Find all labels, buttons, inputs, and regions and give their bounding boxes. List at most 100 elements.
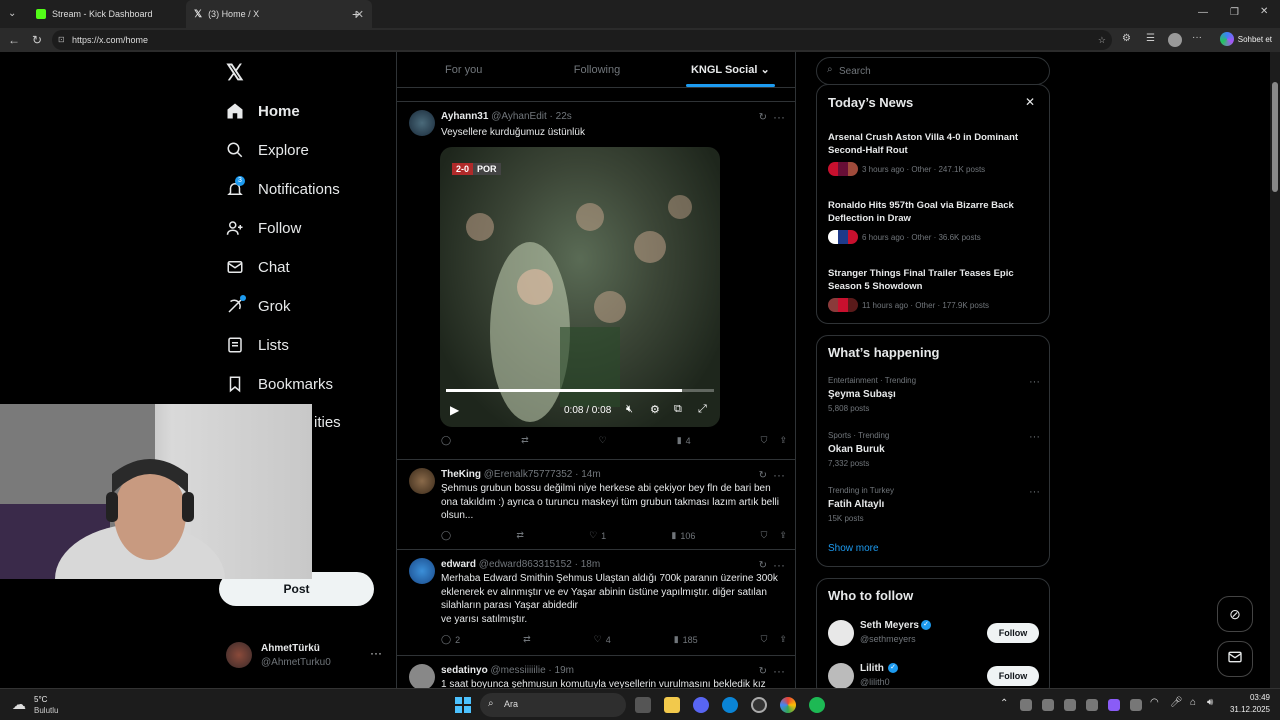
extensions-icon[interactable]: ⚙	[1122, 33, 1131, 44]
reply-button[interactable]: ◯ 2	[441, 634, 460, 645]
show-more-link[interactable]: Show more	[828, 543, 879, 554]
chrome-icon[interactable]	[780, 697, 796, 713]
trend-item[interactable]: Entertainment · Trending Şeyma Subaşı 5,…	[828, 376, 1040, 413]
avatar[interactable]	[409, 664, 435, 688]
refresh-icon[interactable]: ↻	[32, 33, 42, 47]
repost-button[interactable]: ⇄	[521, 435, 529, 446]
grok-icon[interactable]: ↻	[759, 666, 767, 677]
search-input[interactable]: ⌕ Search	[816, 57, 1050, 85]
settings-icon[interactable]: ⚙	[650, 403, 660, 416]
tray-app-icon[interactable]	[1064, 699, 1076, 711]
share-icon[interactable]: ⇪	[779, 530, 787, 541]
fullscreen-icon[interactable]: ⤢	[698, 403, 707, 416]
sidebar-item-lists[interactable]: Lists	[226, 336, 289, 354]
file-explorer-icon[interactable]	[664, 697, 680, 713]
trend-item[interactable]: Sports · Trending Okan Buruk 7,332 posts…	[828, 431, 1040, 468]
views-button[interactable]: ▮ 185	[674, 634, 698, 645]
tray-chevron-icon[interactable]: ⌃	[1000, 698, 1008, 709]
reply-button[interactable]: ◯	[441, 435, 451, 446]
messages-fab[interactable]	[1217, 641, 1253, 677]
windows-start-icon[interactable]	[455, 697, 471, 713]
more-dots-icon[interactable]: ···	[773, 558, 785, 572]
more-dots-icon[interactable]: ···	[773, 468, 785, 482]
bookmark-icon[interactable]: ⛉	[761, 634, 768, 645]
sidebar-item-bookmarks[interactable]: Bookmarks	[226, 375, 333, 393]
mute-icon[interactable]: 🔇︎	[626, 403, 633, 416]
repost-button[interactable]: ⇄	[523, 634, 531, 645]
account-switcher[interactable]: AhmetTürkü @AhmetTurku0 ···	[226, 642, 386, 672]
sidebar-item-notifications[interactable]: 3 Notifications	[226, 176, 340, 198]
trend-item[interactable]: Trending in Turkey Fatih Altaylı 15K pos…	[828, 486, 1040, 523]
x-logo[interactable]: 𝕏	[226, 60, 244, 86]
browser-tab-x[interactable]: 𝕏 (3) Home / X ✕	[186, 0, 372, 28]
grok-icon[interactable]: ↻	[759, 560, 767, 571]
steam-icon[interactable]	[751, 697, 767, 713]
avatar[interactable]	[409, 468, 435, 494]
back-icon[interactable]: ←	[8, 33, 20, 47]
tweet-video[interactable]: 2-0 POR ▶ 0:08 / 0:08 🔇︎ ⚙ ⧉ ⤢	[440, 147, 720, 427]
network-icon[interactable]: ⌂	[1190, 697, 1196, 708]
news-item[interactable]: Ronaldo Hits 957th Goal via Bizarre Back…	[828, 199, 1040, 244]
author-handle[interactable]: @edward863315152	[479, 559, 572, 570]
author-name[interactable]: TheKing	[441, 469, 481, 480]
edge-icon[interactable]	[722, 697, 738, 713]
close-icon[interactable]: ✕	[1025, 95, 1035, 109]
scrollbar[interactable]	[1270, 52, 1280, 688]
tweet[interactable]: TheKing @Erenalk75777352 · 14m ↻ ··· Şeh…	[397, 460, 795, 550]
more-dots-icon[interactable]: ···	[370, 646, 382, 660]
task-view-icon[interactable]	[635, 697, 651, 713]
author-handle[interactable]: @AyhanEdit	[491, 111, 547, 122]
url-field[interactable]: ⊡ https://x.com/home ☆	[52, 30, 1112, 50]
grok-icon[interactable]: ↻	[759, 470, 767, 481]
share-icon[interactable]: ⇪	[779, 634, 787, 645]
reply-button[interactable]: ◯	[441, 530, 451, 541]
author-handle[interactable]: @Erenalk75777352	[484, 469, 573, 480]
copilot-button[interactable]: Sohbet et	[1219, 32, 1272, 46]
grok-icon[interactable]: ↻	[759, 112, 767, 123]
tweet[interactable]: sedatinyo @messiiiiilie · 19m ↻ ··· 1 sa…	[397, 656, 795, 688]
repost-button[interactable]: ⇄	[516, 530, 524, 541]
minimize-icon[interactable]: —	[1198, 7, 1208, 18]
wifi-icon[interactable]: ◠	[1150, 697, 1159, 708]
site-info-icon[interactable]: ⊡	[58, 30, 65, 50]
news-item[interactable]: Stranger Things Final Trailer Teases Epi…	[828, 267, 1040, 312]
author-handle[interactable]: @messiiiiilie	[490, 665, 545, 676]
favorite-icon[interactable]: ☆	[1098, 30, 1106, 50]
tweet-time[interactable]: · 19m	[548, 665, 574, 676]
sidebar-item-explore[interactable]: Explore	[226, 141, 309, 159]
more-dots-icon[interactable]: ···	[773, 664, 785, 678]
avatar[interactable]	[409, 558, 435, 584]
window-close-icon[interactable]: ✕	[1260, 6, 1268, 17]
bookmark-icon[interactable]: ⛉	[761, 530, 768, 541]
microphone-icon[interactable]: 🎤︎	[1170, 697, 1183, 708]
tweet[interactable]: edward @edward863315152 · 18m ↻ ··· Merh…	[397, 550, 795, 656]
play-icon[interactable]: ▶	[450, 403, 459, 417]
more-dots-icon[interactable]: ···	[1029, 376, 1040, 388]
more-dots-icon[interactable]: ···	[773, 110, 785, 124]
tray-app-icon[interactable]	[1020, 699, 1032, 711]
discord-icon[interactable]	[693, 697, 709, 713]
tray-app-icon[interactable]	[1130, 699, 1142, 711]
volume-icon[interactable]: 🔊︎	[1207, 697, 1213, 708]
favorites-bar-icon[interactable]: ☰	[1146, 33, 1155, 44]
more-dots-icon[interactable]: ···	[1029, 486, 1040, 498]
tweet-time[interactable]: · 14m	[575, 469, 601, 480]
sidebar-item-grok[interactable]: Grok	[226, 295, 291, 315]
tab-list-icon[interactable]: ⌄	[8, 8, 16, 19]
clock[interactable]: 03:49 31.12.2025	[1226, 693, 1270, 714]
like-button[interactable]: ♡	[599, 435, 607, 446]
tray-app-icon[interactable]	[1108, 699, 1120, 711]
spotify-icon[interactable]	[809, 697, 825, 713]
author-name[interactable]: Ayhann31	[441, 111, 488, 122]
follow-button[interactable]: Follow	[987, 623, 1039, 643]
tab-kngl-social[interactable]: KNGL Social ⌄	[664, 52, 795, 87]
like-button[interactable]: ♡ 4	[594, 634, 611, 645]
tray-app-icon[interactable]	[1042, 699, 1054, 711]
taskbar-search[interactable]: ⌕ Ara	[480, 693, 626, 717]
maximize-icon[interactable]: ❐	[1230, 7, 1239, 18]
follow-suggestion[interactable]: Seth Meyers ✓ @sethmeyers Follow	[828, 619, 1040, 649]
sidebar-item-communities[interactable]: ities	[314, 414, 341, 431]
grok-fab[interactable]: ⊘	[1217, 596, 1253, 632]
author-name[interactable]: edward	[441, 559, 476, 570]
new-tab-icon[interactable]: +	[352, 6, 360, 22]
